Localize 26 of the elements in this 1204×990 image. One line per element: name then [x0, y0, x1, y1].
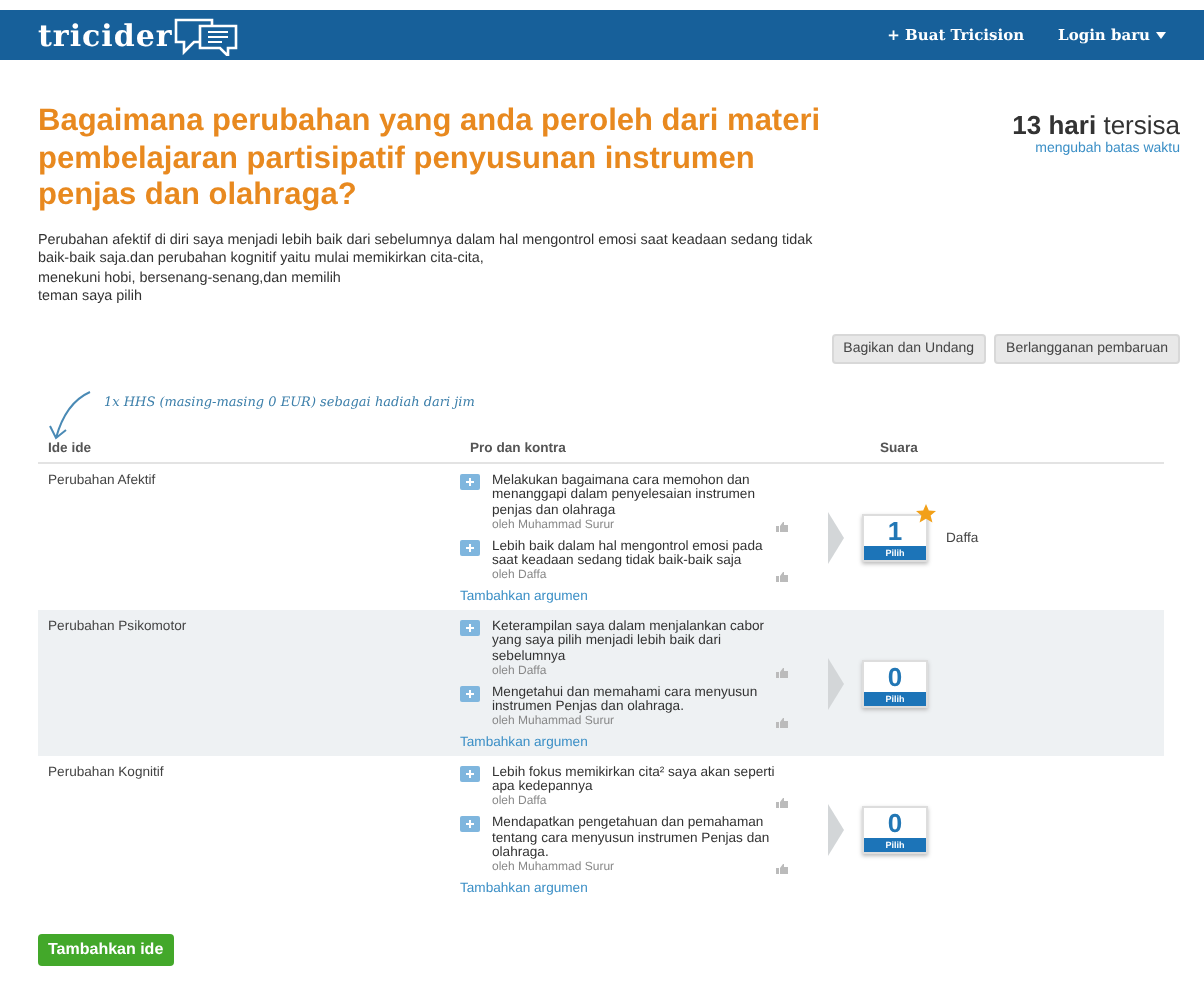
thumbs-up-icon[interactable]: [776, 863, 788, 874]
vote-count: 0: [887, 808, 903, 839]
thumbs-up-icon[interactable]: [776, 521, 788, 532]
plus-icon: [460, 473, 480, 490]
days-remaining: 13 hari tersisa: [1012, 110, 1180, 140]
arrow-icon: [48, 389, 92, 442]
vote-count: 1: [887, 516, 903, 547]
plus-icon: [460, 619, 480, 636]
plus-icon: [460, 816, 480, 832]
chevron-icon: [828, 512, 844, 565]
logo-text[interactable]: tricider: [38, 17, 173, 53]
thumbs-up-icon[interactable]: [776, 798, 788, 808]
add-idea-button[interactable]: Tambahkan ide: [38, 933, 174, 966]
speech-bubbles-icon: [172, 15, 241, 55]
thumbs-up-icon[interactable]: [776, 571, 788, 582]
caret-icon: [1156, 31, 1166, 39]
vote-count: 0: [887, 662, 903, 693]
chevron-icon: [828, 658, 844, 711]
chevron-icon: [828, 804, 844, 857]
plus-icon: [460, 765, 480, 782]
star-icon: [916, 504, 936, 525]
question-title: Bagaimana perubahan yang anda peroleh dari materi pembelajaran partisipatif penyusunan instrumen penjas dan olahraga?: [38, 104, 823, 215]
plus-icon: [460, 685, 480, 702]
thumbs-up-icon[interactable]: [776, 717, 788, 728]
thumbs-up-icon[interactable]: [776, 667, 788, 678]
plus-icon: [460, 539, 480, 556]
